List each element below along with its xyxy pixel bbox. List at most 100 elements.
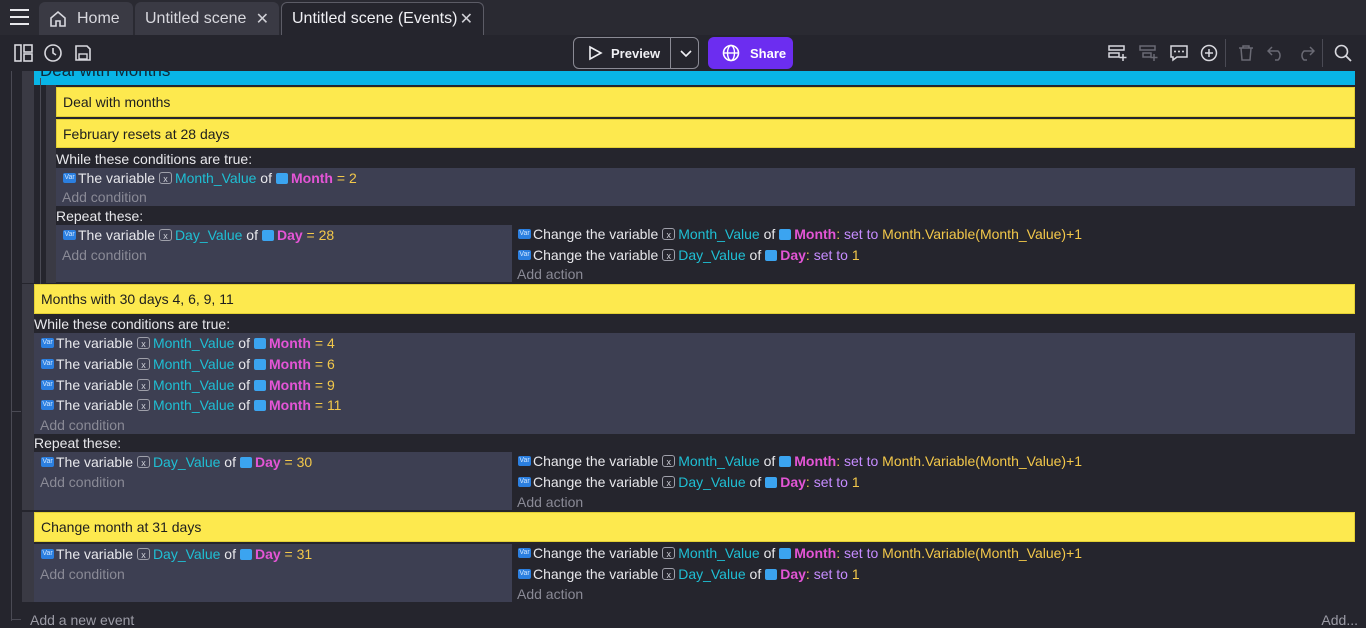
search-icon[interactable] [1333,43,1353,63]
comment[interactable]: Months with 30 days 4, 6, 9, 11 [34,284,1355,314]
toolbar: Preview Share [0,35,1366,71]
variable-badge-icon: x [136,548,150,560]
tab-home[interactable]: Home [39,2,133,35]
condition-row[interactable]: Var The variable x Month_Value of Month = 2 [63,168,357,188]
add-more-link[interactable]: Add... [1321,612,1358,628]
add-condition[interactable]: Add condition [40,415,125,435]
group-header[interactable]: Deal with Months [34,71,1355,85]
comment-icon[interactable] [1169,43,1189,63]
add-subevent-icon[interactable] [1139,43,1159,63]
action-row[interactable]: Var Change the variable x Month_Value of Mo… [518,451,1082,471]
add-condition[interactable]: Add condition [62,187,147,207]
close-icon[interactable]: ✕ [256,9,269,29]
action-row[interactable]: Var Change the variable x Month_Value of Mo… [518,224,1082,244]
close-icon[interactable]: ✕ [460,9,473,29]
object-icon [261,229,274,241]
add-action[interactable]: Add action [517,584,583,604]
add-condition[interactable]: Add condition [40,564,125,584]
object-icon [765,249,778,261]
variable-icon: Var [518,229,531,239]
conditions-block: Var The variable x Day_Value of Day = 28 Ad… [56,225,512,282]
preview-button[interactable]: Preview [573,37,699,69]
variable-icon: Var [41,380,54,390]
panels-icon[interactable] [13,43,33,63]
while-label: While these conditions are true: [34,316,231,332]
action-row[interactable]: Var Change the variable x Day_Value of Day:… [518,472,860,492]
variable-icon: Var [41,457,54,467]
variable-icon: Var [518,250,531,260]
variable-icon: Var [41,400,54,410]
variable-icon: Var [518,548,531,558]
add-condition[interactable]: Add condition [62,245,147,265]
repeat-label: Repeat these: [56,208,144,224]
variable-badge-icon: x [662,568,676,580]
condition-row[interactable]: Var The variable x Month_Value of Month = 6 [41,354,335,374]
tab-untitled-scene[interactable]: Untitled scene ✕ [135,2,279,35]
object-icon [253,337,266,349]
delete-icon[interactable] [1236,43,1256,63]
condition-row[interactable]: Var The variable x Month_Value of Month = 4 [41,333,335,353]
variable-badge-icon: x [136,379,150,391]
variable-badge-icon: x [662,455,676,467]
object-icon [779,228,792,240]
add-event-icon[interactable] [1108,43,1128,63]
variable-icon: Var [41,359,54,369]
object-icon [765,568,778,580]
object-icon [253,358,266,370]
redo-icon[interactable] [1296,43,1316,63]
variable-badge-icon: x [136,337,150,349]
events-sheet: Deal with Months Deal with months Februa… [0,71,1366,628]
condition-row[interactable]: Var The variable x Day_Value of Day = 28 [63,225,334,245]
comment[interactable]: Deal with months [56,87,1355,117]
conditions-block: Var The variable x Day_Value of Day = 31 Ad… [34,544,512,602]
object-icon [779,547,792,559]
tab-bar: Home Untitled scene ✕ Untitled scene (Ev… [0,0,1366,35]
tab-untitled-scene-events[interactable]: Untitled scene (Events) ✕ [281,2,484,35]
variable-badge-icon: x [158,229,172,241]
add-new-event-link[interactable]: Add a new event [30,612,134,628]
chevron-down-icon[interactable] [680,50,692,58]
object-icon [253,379,266,391]
comment[interactable]: February resets at 28 days [56,119,1355,148]
action-row[interactable]: Var Change the variable x Day_Value of Day:… [518,245,860,265]
while-label: While these conditions are true: [56,151,253,167]
variable-icon: Var [41,549,54,559]
condition-row[interactable]: Var The variable x Month_Value of Month = 9 [41,375,335,395]
save-icon[interactable] [73,43,93,63]
action-row[interactable]: Var Change the variable x Day_Value of Day:… [518,564,860,584]
add-icon[interactable] [1199,43,1219,63]
comment[interactable]: Change month at 31 days [34,512,1355,542]
variable-icon: Var [518,477,531,487]
variable-icon: Var [518,569,531,579]
condition-row[interactable]: Var The variable x Day_Value of Day = 30 [41,452,312,472]
share-button[interactable]: Share [708,37,793,69]
comment-text: Change month at 31 days [41,519,202,535]
action-row[interactable]: Var Change the variable x Month_Value of Mo… [518,543,1082,563]
tab-events-label: Untitled scene (Events) [292,10,458,27]
add-condition[interactable]: Add condition [40,472,125,492]
variable-badge-icon: x [136,456,150,468]
condition-row[interactable]: Var The variable x Month_Value of Month = 1… [41,395,341,415]
conditions-block: Var The variable x Day_Value of Day = 30 Ad… [34,452,512,510]
add-action[interactable]: Add action [517,492,583,512]
condition-row[interactable]: Var The variable x Day_Value of Day = 31 [41,544,312,564]
repeat-label: Repeat these: [34,435,122,451]
variable-icon: Var [63,173,76,183]
variable-badge-icon: x [136,358,150,370]
hamburger-menu-icon[interactable] [10,9,29,25]
conditions-block: Var The variable x Month_Value of Month = 4… [34,333,1355,434]
actions-block: Var Change the variable x Month_Value of Mo… [514,451,1355,511]
history-icon[interactable] [43,43,63,63]
variable-icon: Var [518,456,531,466]
object-icon [253,399,266,411]
object-icon [779,455,792,467]
globe-icon [722,44,740,62]
share-label: Share [750,45,787,61]
variable-badge-icon: x [662,547,676,559]
variable-icon: Var [63,230,76,240]
undo-icon[interactable] [1266,43,1286,63]
object-icon [239,456,252,468]
add-action[interactable]: Add action [517,264,583,284]
variable-badge-icon: x [662,476,676,488]
actions-block: Var Change the variable x Month_Value of Mo… [514,224,1355,282]
